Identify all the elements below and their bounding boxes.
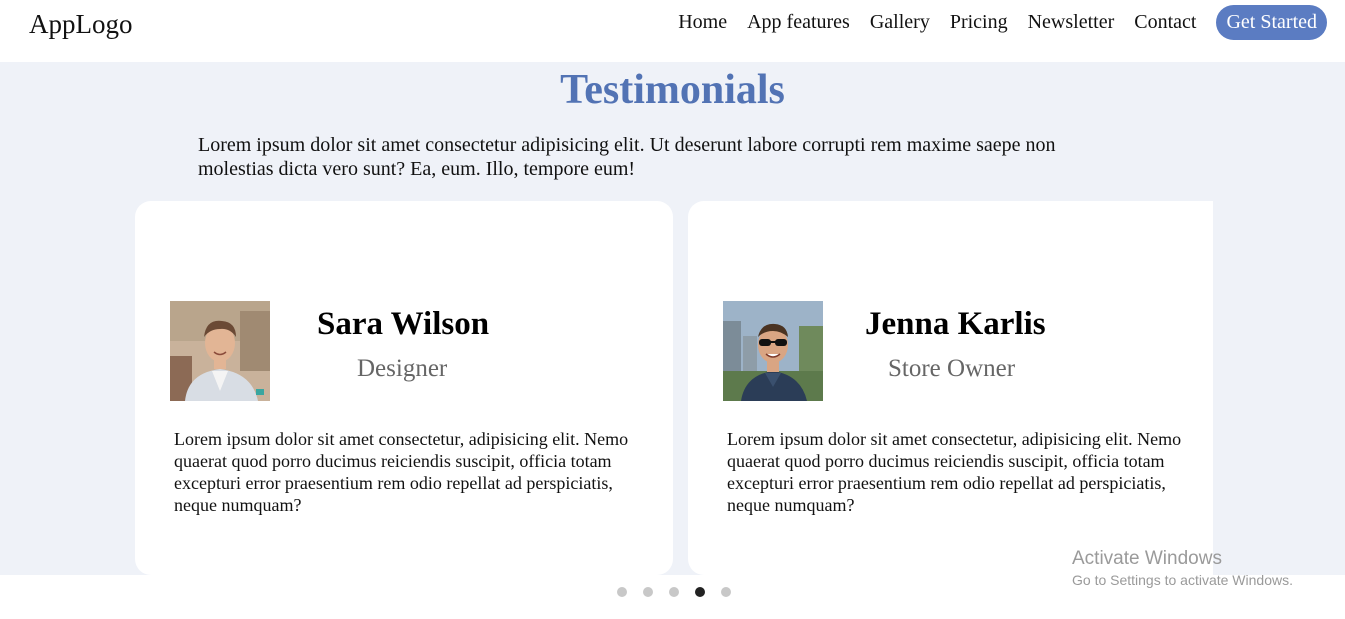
carousel-dot[interactable] (643, 587, 653, 597)
nav-app-features[interactable]: App features (747, 11, 850, 34)
nav-gallery[interactable]: Gallery (870, 11, 930, 34)
watermark-title: Activate Windows (1072, 548, 1222, 569)
carousel-dot[interactable] (669, 587, 679, 597)
watermark-subtitle: Go to Settings to activate Windows. (1072, 572, 1293, 588)
testimonial-carousel[interactable]: Sara Wilson Designer Lorem ipsum dolor s… (135, 201, 1213, 575)
carousel-pagination (617, 587, 747, 597)
testimonial-name: Jenna Karlis (865, 306, 1046, 342)
avatar (170, 301, 270, 401)
get-started-button[interactable]: Get Started (1216, 4, 1327, 40)
testimonial-quote: Lorem ipsum dolor sit amet consectetur, … (174, 429, 629, 515)
carousel-dot[interactable] (617, 587, 627, 597)
testimonial-quote: Lorem ipsum dolor sit amet consectetur, … (727, 429, 1182, 515)
activation-watermark: Activate Windows Go to Settings to activ… (1072, 548, 1293, 588)
nav-contact[interactable]: Contact (1134, 11, 1196, 34)
testimonial-card: Jenna Karlis Store Owner Lorem ipsum dol… (688, 201, 1213, 575)
testimonial-role: Store Owner (888, 355, 1016, 382)
testimonial-name: Sara Wilson (317, 306, 490, 342)
carousel-dot[interactable] (721, 587, 731, 597)
site-header: AppLogo Home App features Gallery Pricin… (0, 0, 1345, 62)
nav-newsletter[interactable]: Newsletter (1028, 11, 1115, 34)
testimonials-section: Testimonials Lorem ipsum dolor sit amet … (0, 62, 1345, 575)
section-title: Testimonials (560, 67, 785, 113)
testimonial-role: Designer (357, 355, 448, 382)
section-intro: Lorem ipsum dolor sit amet consectetur a… (198, 134, 1056, 180)
main-nav: Home App features Gallery Pricing Newsle… (678, 4, 1327, 40)
carousel-dot[interactable] (695, 587, 705, 597)
testimonial-card: Sara Wilson Designer Lorem ipsum dolor s… (135, 201, 673, 575)
nav-home[interactable]: Home (678, 11, 727, 34)
nav-pricing[interactable]: Pricing (950, 11, 1008, 34)
avatar (723, 301, 823, 401)
app-logo[interactable]: AppLogo (29, 9, 133, 40)
